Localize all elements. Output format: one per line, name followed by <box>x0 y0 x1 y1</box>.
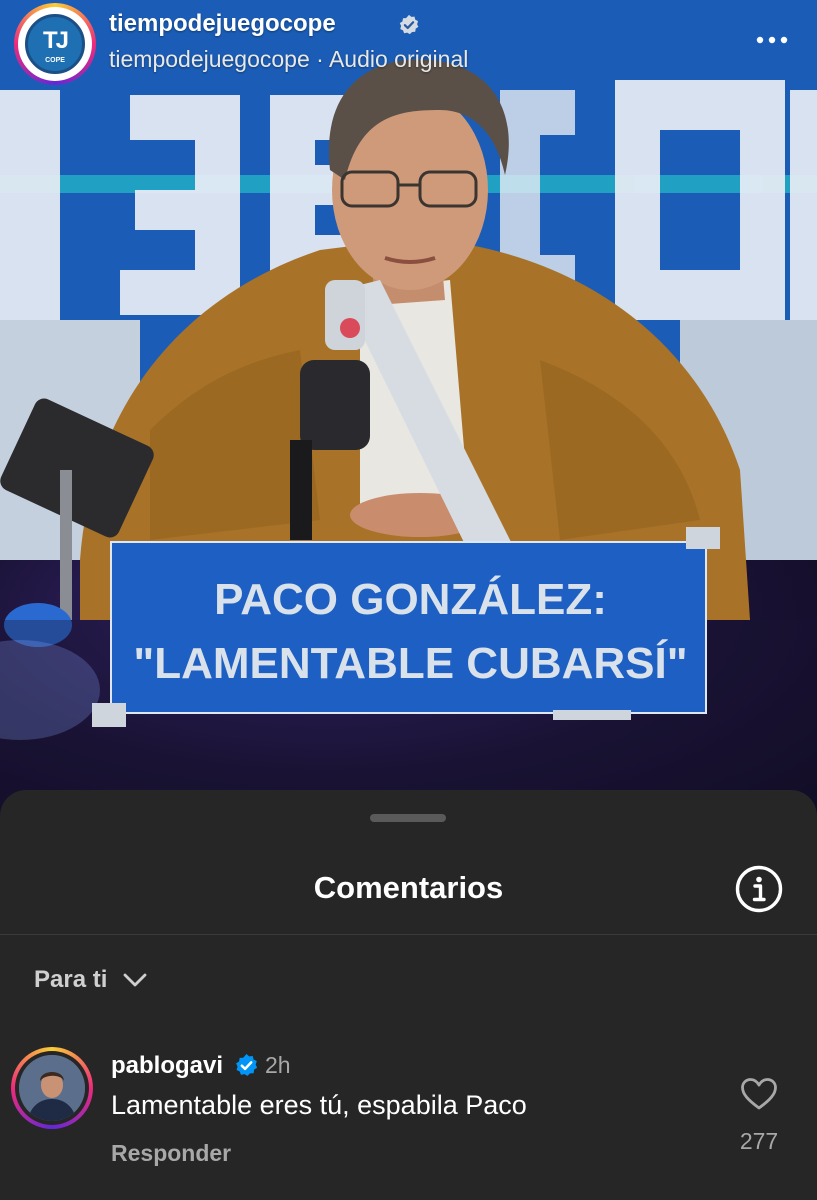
reel-header: TJ COPE tiempodejuegocope tiempodejuegoc… <box>0 0 817 90</box>
comment-text: Lamentable eres tú, espabila Paco <box>111 1090 527 1120</box>
heart-outline-icon[interactable] <box>740 1077 778 1111</box>
comment-timestamp: 2h <box>265 1052 291 1078</box>
audio-label: Audio original <box>328 46 469 72</box>
audio-account: tiempodejuegocope <box>109 46 310 72</box>
commenter-portrait <box>19 1055 85 1121</box>
commenter-photo <box>19 1055 85 1121</box>
tj-cope-logo: TJ COPE <box>25 14 85 74</box>
account-avatar[interactable]: TJ COPE <box>14 3 96 85</box>
audio-separator: · <box>316 46 324 72</box>
audio-attribution[interactable]: tiempodejuegocope · Audio original <box>109 46 468 73</box>
verified-badge-icon <box>399 14 419 35</box>
chevron-down-icon <box>123 973 147 987</box>
headline-banner: PACO GONZÁLEZ: "LAMENTABLE CUBARSÍ" <box>110 541 707 714</box>
verified-badge-icon <box>236 1054 258 1076</box>
sheet-divider <box>0 934 817 935</box>
account-username[interactable]: tiempodejuegocope <box>109 10 336 38</box>
comments-title: Comentarios <box>313 870 504 905</box>
info-icon[interactable] <box>734 864 784 914</box>
comments-sheet: Comentarios Para ti pablogavi 2h Lamenta… <box>0 790 817 1200</box>
banner-corner-bottom-left <box>92 703 126 727</box>
headline-line-2: "LAMENTABLE CUBARSÍ" <box>133 639 688 688</box>
logo-initials: TJ <box>42 27 69 54</box>
commenter-avatar[interactable] <box>11 1047 93 1129</box>
reel-video[interactable]: PACO GONZÁLEZ: "LAMENTABLE CUBARSÍ" TJ C… <box>0 0 817 820</box>
reply-button[interactable]: Responder <box>111 1140 231 1167</box>
banner-accent-bottom <box>553 710 631 720</box>
logo-subtext: COPE <box>45 57 65 64</box>
banner-corner-top-right <box>686 527 720 549</box>
more-horizontal-icon[interactable] <box>752 26 792 54</box>
headline-line-1: PACO GONZÁLEZ: <box>214 575 607 624</box>
like-count: 277 <box>739 1128 779 1154</box>
filter-label: Para ti <box>34 966 108 993</box>
sheet-drag-handle[interactable] <box>370 814 446 822</box>
commenter-username[interactable]: pablogavi <box>111 1052 223 1080</box>
comment-sort-filter[interactable]: Para ti <box>34 962 147 998</box>
